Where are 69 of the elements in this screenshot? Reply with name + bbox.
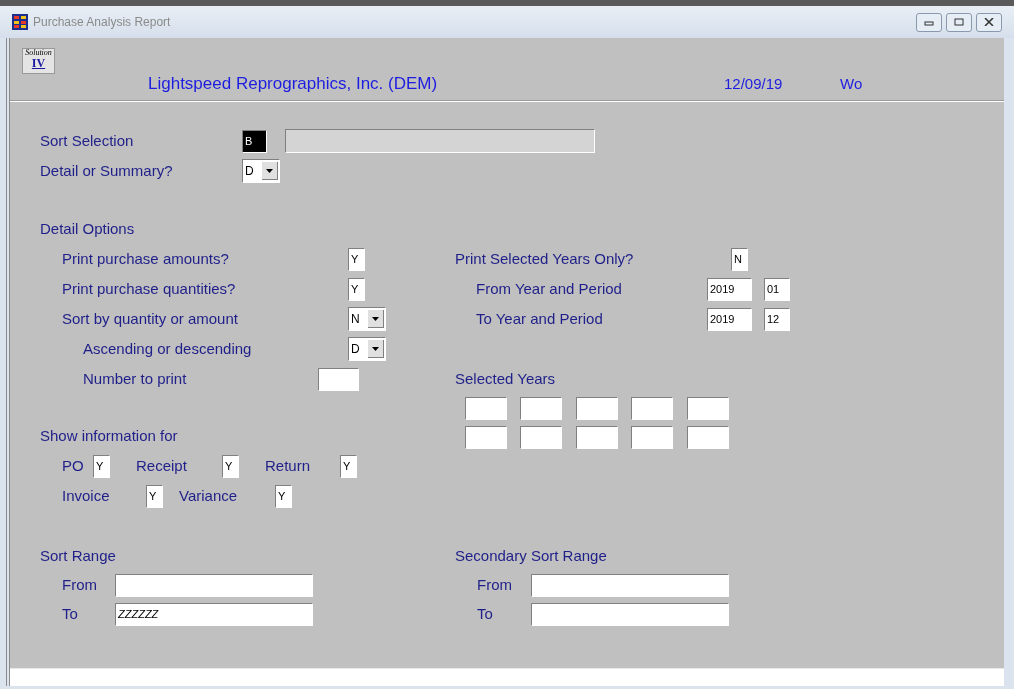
dropdown[interactable]: D <box>242 159 280 183</box>
field-label: Selected Years <box>455 368 556 389</box>
close-button[interactable] <box>976 12 1002 32</box>
field-label: Print Selected Years Only? <box>455 248 634 269</box>
input-field[interactable]: Y <box>93 454 110 478</box>
input-field[interactable] <box>465 426 507 449</box>
field-label: Show information for <box>40 425 178 446</box>
input-field[interactable]: 12 <box>764 307 790 331</box>
field-label: To <box>62 604 78 625</box>
input-field[interactable]: Y <box>348 247 365 271</box>
field-label: Number to print <box>83 368 187 389</box>
app-icon <box>12 14 28 30</box>
input-field[interactable]: ZZZZZZ <box>115 603 313 626</box>
input-field[interactable] <box>575 426 618 449</box>
input-field[interactable]: Y <box>348 277 365 301</box>
input-field[interactable] <box>631 426 674 449</box>
input-field[interactable] <box>575 397 618 420</box>
field-label: To <box>477 604 493 625</box>
input-field[interactable] <box>520 397 563 420</box>
field-label: Receipt <box>136 455 187 476</box>
field-label: Return <box>265 455 311 476</box>
field-label: From <box>477 575 512 596</box>
maximize-icon <box>954 18 964 26</box>
minimize-button[interactable] <box>916 12 942 32</box>
input-field[interactable]: Y <box>222 454 239 478</box>
field-label: Variance <box>179 485 238 506</box>
input-field[interactable] <box>520 426 563 449</box>
logo: Solution IV <box>22 48 55 74</box>
caret-icon <box>262 162 278 180</box>
field-label: Print purchase quantities? <box>62 278 236 299</box>
input-field[interactable] <box>531 574 729 597</box>
field-label: Sort Selection <box>40 130 134 151</box>
field-label: Secondary Sort Range <box>455 545 607 566</box>
input-field[interactable]: 2019 <box>707 277 752 301</box>
dropdown[interactable]: N <box>348 307 386 331</box>
field-label: Print purchase amounts? <box>62 248 229 269</box>
input-field[interactable] <box>631 397 674 420</box>
field-label: Detail Options <box>40 218 135 239</box>
input-field[interactable]: Y <box>275 484 292 508</box>
user-id: Wo <box>840 74 863 94</box>
input-field[interactable] <box>686 397 729 420</box>
field-label: Sort Range <box>40 545 116 566</box>
field-label: Detail or Summary? <box>40 160 173 181</box>
close-icon <box>984 18 994 26</box>
input-field[interactable]: N <box>731 247 748 271</box>
input-field[interactable]: Y <box>340 454 357 478</box>
window-title: Purchase Analysis Report <box>33 14 172 31</box>
input-field[interactable]: Y <box>146 484 163 508</box>
minimize-icon <box>924 18 934 26</box>
company-name: Lightspeed Reprographics, Inc. (DEM) <box>148 73 439 95</box>
field-label: Invoice <box>62 485 110 506</box>
field-label: From <box>62 575 97 596</box>
field-label: From Year and Period <box>476 278 622 299</box>
input-field[interactable]: B <box>242 129 267 153</box>
dropdown[interactable]: D <box>348 337 386 361</box>
input-field[interactable] <box>686 426 729 449</box>
field-label: To Year and Period <box>476 308 603 329</box>
input-field[interactable]: 01 <box>764 277 790 301</box>
input-field[interactable]: 2019 <box>707 307 752 331</box>
date: 12/09/19 <box>724 74 784 94</box>
caret-icon <box>368 310 384 328</box>
input-field[interactable] <box>531 603 729 626</box>
input-field[interactable] <box>318 367 359 391</box>
field-label: PO <box>62 455 84 476</box>
input-field[interactable] <box>115 574 313 597</box>
caret-icon <box>368 340 384 358</box>
field-label: Sort by quantity or amount <box>62 308 238 329</box>
input-field[interactable] <box>465 397 507 420</box>
field-label: Ascending or descending <box>83 338 252 359</box>
